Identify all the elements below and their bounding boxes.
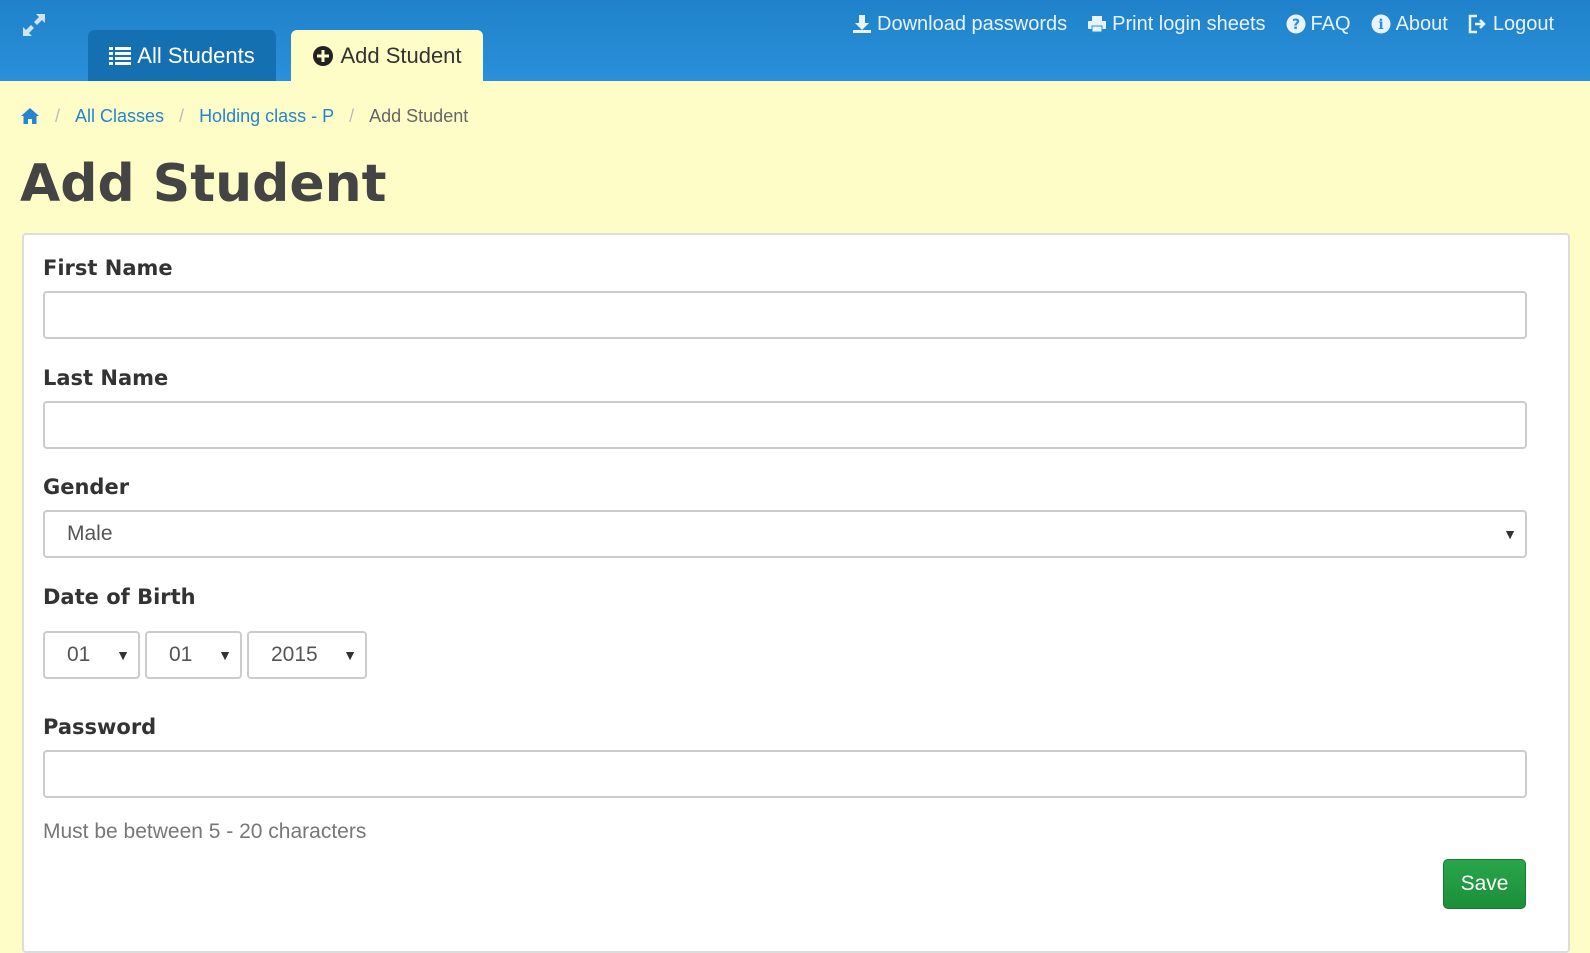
svg-text:?: ? [1291, 17, 1299, 33]
nav-label: Print login sheets [1112, 12, 1266, 35]
breadcrumb-separator: / [349, 105, 355, 126]
gender-label: Gender [43, 475, 130, 499]
svg-text:i: i [1378, 17, 1383, 33]
first-name-input[interactable] [43, 291, 1527, 339]
page-title: Add Student [20, 154, 387, 214]
about-link[interactable]: i About [1371, 13, 1448, 36]
print-login-sheets-link[interactable]: Print login sheets [1087, 12, 1266, 36]
dob-year-select[interactable]: 2015 ▼ [247, 631, 367, 679]
password-input[interactable] [43, 750, 1527, 798]
breadcrumb-current: Add Student [369, 105, 469, 126]
logout-icon [1468, 14, 1486, 34]
password-help-text: Must be between 5 - 20 characters [43, 820, 367, 843]
breadcrumb-all-classes[interactable]: All Classes [75, 106, 164, 127]
download-passwords-link[interactable]: Download passwords [852, 13, 1067, 36]
dob-day-select[interactable]: 01 ▼ [43, 631, 140, 679]
nav-label: About [1395, 12, 1448, 35]
gender-select[interactable]: Male ▼ [43, 510, 1527, 558]
breadcrumb-separator: / [55, 105, 61, 126]
info-circle-icon: i [1371, 14, 1391, 34]
expand-icon[interactable] [20, 11, 48, 39]
top-bar: All Students Add Student Download passwo… [0, 0, 1590, 81]
chevron-down-icon: ▼ [1503, 526, 1517, 542]
dob-day-value: 01 [67, 643, 91, 666]
nav-label: FAQ [1310, 12, 1351, 35]
save-button[interactable]: Save [1443, 859, 1526, 909]
dob-month-value: 01 [169, 643, 193, 666]
top-nav: Download passwords Print login sheets ? … [852, 10, 1554, 38]
logout-link[interactable]: Logout [1468, 13, 1554, 36]
chevron-down-icon: ▼ [116, 647, 130, 663]
date-of-birth-label: Date of Birth [43, 585, 196, 609]
tab-all-students[interactable]: All Students [88, 30, 276, 81]
breadcrumb-separator: / [179, 105, 185, 126]
nav-label: Logout [1492, 12, 1554, 35]
password-label: Password [43, 715, 157, 739]
print-icon [1088, 16, 1107, 33]
tab-add-student[interactable]: Add Student [291, 30, 483, 81]
dob-month-select[interactable]: 01 ▼ [145, 631, 242, 679]
form-panel [22, 233, 1570, 953]
download-icon [853, 15, 872, 33]
list-icon [109, 46, 132, 65]
tab-label: All Students [137, 42, 255, 68]
nav-label: Download passwords [877, 12, 1068, 35]
tab-label: Add Student [340, 42, 462, 68]
chevron-down-icon: ▼ [343, 647, 357, 663]
question-circle-icon: ? [1286, 14, 1306, 34]
chevron-down-icon: ▼ [218, 647, 232, 663]
home-icon[interactable] [20, 107, 40, 125]
faq-link[interactable]: ? FAQ [1286, 13, 1351, 36]
plus-circle-icon [313, 45, 334, 66]
dob-year-value: 2015 [271, 643, 318, 666]
gender-select-value: Male [67, 522, 113, 545]
breadcrumb-holding-class[interactable]: Holding class - P [199, 106, 334, 127]
last-name-label: Last Name [43, 366, 169, 390]
first-name-label: First Name [43, 256, 173, 280]
last-name-input[interactable] [43, 401, 1527, 449]
breadcrumb: / All Classes / Holding class - P / Add … [20, 103, 468, 129]
